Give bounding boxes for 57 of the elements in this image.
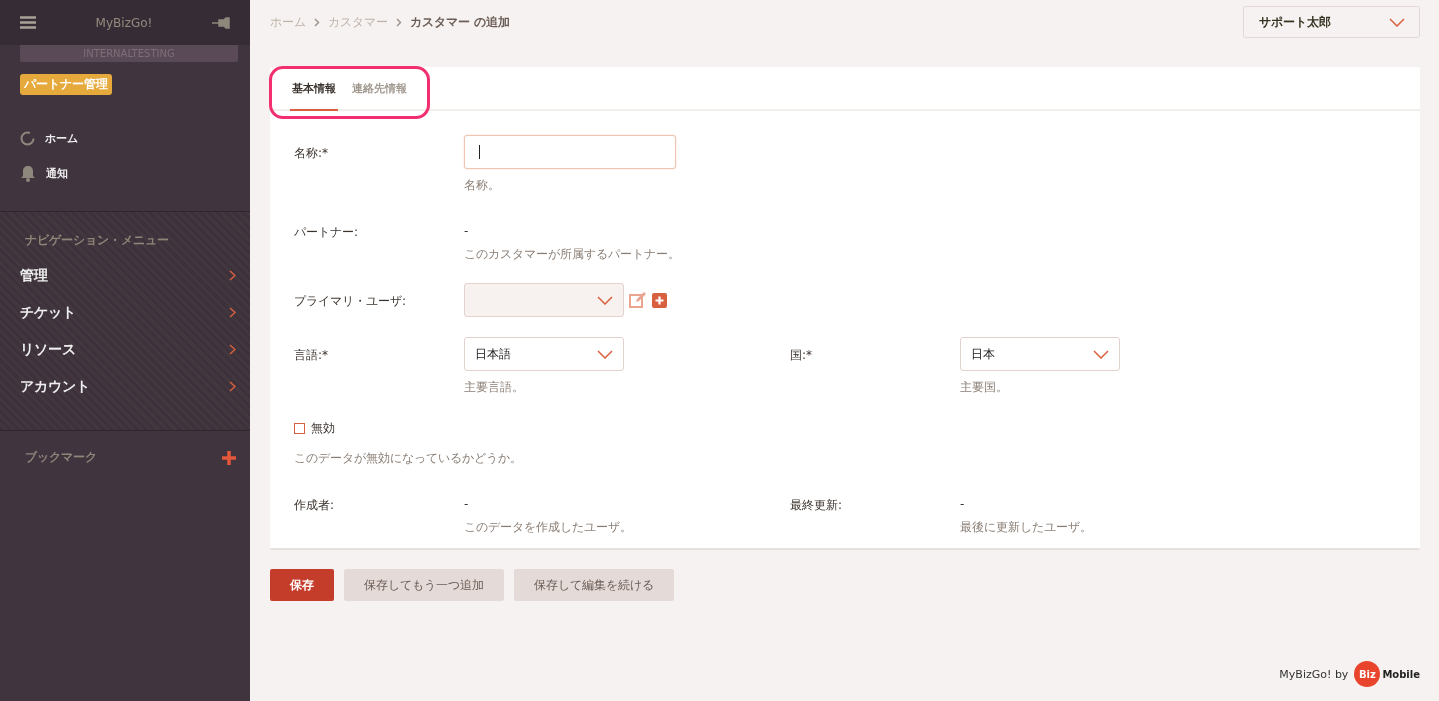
sidebar-link[interactable]: ホーム xyxy=(45,131,78,146)
help-text: このカスタマーが所属するパートナー。 xyxy=(464,246,681,263)
loading-circle-icon xyxy=(20,131,35,146)
add-icon[interactable] xyxy=(652,292,667,308)
field-value: - xyxy=(464,223,470,238)
chevron-right-icon xyxy=(229,307,236,318)
field-value: - xyxy=(464,496,470,511)
field-value: - xyxy=(960,496,966,511)
bell-icon xyxy=(20,165,36,182)
select-field[interactable]: 日本 xyxy=(960,337,1120,371)
help-text: このデータを作成したユーザ。 xyxy=(464,519,633,536)
user-menu[interactable]: サポート太郎 xyxy=(1243,6,1420,38)
help-text: 名称。 xyxy=(464,177,501,194)
add-icon[interactable] xyxy=(222,450,236,465)
name-input-field[interactable] xyxy=(464,135,676,169)
nav-item[interactable]: 管理 xyxy=(20,266,48,285)
role-badge: パートナー管理 xyxy=(20,74,112,95)
chevron-right-icon xyxy=(314,17,320,27)
field-label: プライマリ・ユーザ: xyxy=(294,293,408,310)
chevron-right-icon xyxy=(229,344,236,355)
select-field[interactable]: 日本語 xyxy=(464,337,624,371)
company-logo: Biz Mobile xyxy=(1354,661,1420,687)
save-option-button[interactable]: 保存してもう一つ追加 xyxy=(344,569,504,601)
chevron-right-icon xyxy=(229,381,236,392)
field-label: 言語:* xyxy=(294,347,330,364)
save-button[interactable]: 保存 xyxy=(270,569,334,601)
sidebar-link[interactable]: 通知 xyxy=(46,166,68,181)
field-label: 作成者: xyxy=(294,497,336,514)
nav-heading: ナビゲーション・メニュー xyxy=(25,232,170,249)
chevron-down-icon xyxy=(597,349,613,359)
app-title: MyBizGo! xyxy=(95,15,153,30)
field-label: 名称:* xyxy=(294,145,330,162)
menu-icon[interactable] xyxy=(20,16,36,29)
field-label: パートナー: xyxy=(294,224,360,241)
checkbox-label: 無効 xyxy=(311,420,335,437)
help-text: 主要言語。 xyxy=(464,379,525,396)
chevron-down-icon xyxy=(597,295,613,305)
save-option-button[interactable]: 保存して編集を続ける xyxy=(514,569,674,601)
chevron-down-icon xyxy=(1389,17,1405,27)
chevron-right-icon xyxy=(396,17,402,27)
checkbox[interactable] xyxy=(294,423,305,434)
nav-item[interactable]: リソース xyxy=(20,340,76,359)
chevron-right-icon xyxy=(229,270,236,281)
field-label: 国:* xyxy=(790,347,814,364)
pin-icon[interactable] xyxy=(212,16,230,29)
nav-item[interactable]: アカウント xyxy=(20,377,90,396)
field-label: 最終更新: xyxy=(790,497,844,514)
edit-icon[interactable] xyxy=(629,291,647,309)
help-text: 主要国。 xyxy=(960,379,1009,396)
nav-item[interactable]: チケット xyxy=(20,303,76,322)
help-text: 最後に更新したユーザ。 xyxy=(960,519,1093,536)
help-text: このデータが無効になっているかどうか。 xyxy=(294,450,523,467)
chevron-down-icon xyxy=(1093,349,1109,359)
bookmarks-heading: ブックマーク xyxy=(25,449,97,466)
footer-text: MyBizGo! by xyxy=(1279,667,1349,681)
tab[interactable]: 基本情報 xyxy=(290,67,338,111)
breadcrumb-current: カスタマー の追加 xyxy=(410,13,511,31)
